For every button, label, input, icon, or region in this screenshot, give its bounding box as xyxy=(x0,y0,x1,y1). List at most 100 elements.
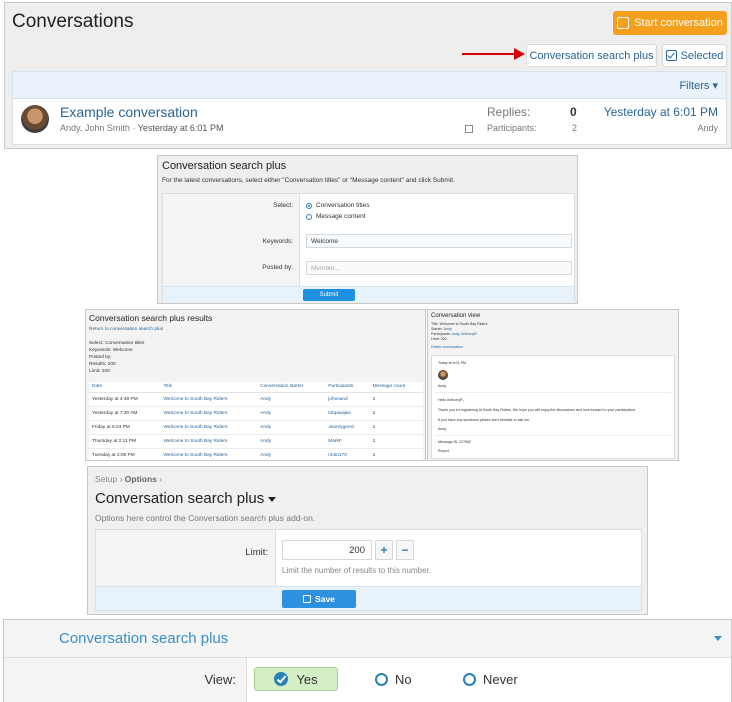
cell-starter-link[interactable]: Andy xyxy=(257,420,326,435)
cell-title-link[interactable]: Welcome to South Bay Riders xyxy=(160,420,258,435)
cell-participants-link[interactable]: moto170 xyxy=(325,448,370,460)
results-panel: Conversation search plus results Return … xyxy=(85,309,426,461)
cell-date: Yesterday at 4:48 PM xyxy=(89,392,161,407)
col-header[interactable]: Conversation starter xyxy=(257,382,326,393)
posted-by-input[interactable]: Member... xyxy=(306,261,572,275)
delete-conversation-link[interactable]: Delete conversation xyxy=(431,345,463,349)
cell-starter-link[interactable]: Andy xyxy=(257,448,326,460)
message-date: Today at 6:01 PM xyxy=(438,361,466,365)
conversation-meta: Andy, John Smith · Yesterday at 6:01 PM xyxy=(60,123,223,133)
cell-participants-link[interactable]: tobpawjaw xyxy=(325,406,370,421)
label-column xyxy=(96,530,276,586)
breadcrumb-options[interactable]: Options xyxy=(125,474,157,484)
radio-yes[interactable]: Yes xyxy=(254,667,338,691)
radio-message-content[interactable] xyxy=(306,214,312,220)
cell-title-link[interactable]: Welcome to South Bay Riders xyxy=(160,434,258,449)
divider xyxy=(435,435,671,436)
breadcrumb-setup[interactable]: Setup xyxy=(95,474,117,484)
table-row: Yesterday at 4:48 PM Welcome to South Ba… xyxy=(89,392,423,407)
table-row: Tuesday at 2:05 PM Welcome to South Bay … xyxy=(89,448,423,460)
options-title[interactable]: Conversation search plus xyxy=(95,490,277,507)
participants-count: 2 xyxy=(572,123,578,133)
collapse-triangle-icon[interactable] xyxy=(714,636,722,641)
breadcrumb-separator: › xyxy=(117,474,125,484)
cell-count: 1 xyxy=(369,420,423,435)
increment-button[interactable]: + xyxy=(375,540,393,560)
view-label: View: xyxy=(204,672,236,687)
replies-count: 0 xyxy=(570,105,577,119)
col-header[interactable]: Title xyxy=(160,382,258,393)
cell-title-link[interactable]: Welcome to South Bay Riders xyxy=(160,406,258,421)
checkbox-icon xyxy=(665,50,677,61)
radio-conversation-titles[interactable] xyxy=(306,203,312,209)
starter-label: Starter: xyxy=(431,327,444,331)
cell-title-link[interactable]: Welcome to South Bay Riders xyxy=(160,392,258,407)
floppy-disk-icon xyxy=(303,595,312,603)
cell-starter-link[interactable]: Andy xyxy=(257,434,326,449)
radio-message-content-label: Message content xyxy=(316,213,366,220)
col-header[interactable]: Date xyxy=(89,382,161,393)
avatar[interactable] xyxy=(438,370,448,380)
start-conversation-button[interactable]: Start conversation xyxy=(613,11,727,35)
selected-button[interactable]: Selected xyxy=(662,44,727,67)
save-button[interactable]: Save xyxy=(282,590,356,608)
conversation-title-link[interactable]: Example conversation xyxy=(60,104,198,120)
radio-never[interactable]: Never xyxy=(463,672,518,687)
keywords-input[interactable]: Welcome xyxy=(306,234,572,248)
conversation-view-panel: Conversation view Title: Welcome to Sout… xyxy=(427,309,679,461)
search-form-panel: Conversation search plus For the latest … xyxy=(157,155,578,304)
posted-by-label: Posted by: xyxy=(262,264,293,271)
breadcrumb-separator: › xyxy=(156,474,163,484)
participants-link[interactable]: andy, AnthonyR xyxy=(452,332,477,336)
cell-participants-link[interactable]: Jeanrygemz xyxy=(325,420,370,435)
cell-date: Thursday at 2:11 PM xyxy=(89,434,161,449)
submit-button[interactable]: Submit xyxy=(303,289,355,301)
limit-hint: Limit the number of results to this numb… xyxy=(282,566,431,575)
radio-yes-label: Yes xyxy=(296,671,318,687)
starter-link[interactable]: Andy xyxy=(444,327,452,331)
conversation-date: Yesterday at 6:01 PM xyxy=(137,123,224,133)
limit-input[interactable]: 200 xyxy=(282,540,372,560)
conversation-view-title: Conversation view xyxy=(431,313,481,319)
avatar[interactable] xyxy=(21,105,49,133)
participants-label: Participants: xyxy=(431,332,452,336)
conversation-row: Example conversation Andy, John Smith · … xyxy=(12,99,727,145)
col-header[interactable]: Participants xyxy=(325,382,370,393)
permission-header[interactable]: Conversation search plus xyxy=(4,620,731,658)
cell-participants-link[interactable]: MarkF xyxy=(325,434,370,449)
filter-bar: Filters ▾ xyxy=(12,71,727,99)
view-meta-starter: Starter: Andy xyxy=(431,327,452,331)
radio-conversation-titles-label: Conversation titles xyxy=(316,202,370,209)
message-signature: Andy xyxy=(438,427,447,431)
cell-count: 1 xyxy=(369,448,423,460)
cell-date: Tuesday at 2:05 PM xyxy=(89,448,161,460)
return-link[interactable]: Return to conversation search plus xyxy=(89,327,163,332)
table-header-row: Date Title Conversation starter Particip… xyxy=(89,382,423,393)
filters-menu[interactable]: Filters ▾ xyxy=(679,79,718,92)
selected-label: Selected xyxy=(680,49,724,62)
search-form: Select: Conversation titles Message cont… xyxy=(162,193,575,302)
decrement-button[interactable]: − xyxy=(396,540,414,560)
radio-no[interactable]: No xyxy=(375,672,412,687)
participants-label: Participants: xyxy=(487,123,537,133)
filters-label: Filters xyxy=(679,80,710,92)
cell-title-link[interactable]: Welcome to South Bay Riders xyxy=(160,448,258,460)
conversation-search-plus-button[interactable]: Conversation search plus xyxy=(526,44,657,67)
page-title: Conversations xyxy=(12,11,134,32)
meta-separator: · xyxy=(129,123,138,133)
check-circle-icon xyxy=(274,672,289,686)
cell-starter-link[interactable]: Andy xyxy=(257,406,326,421)
breadcrumb: Setup › Options › xyxy=(95,474,162,484)
cell-participants-link[interactable]: johnsand xyxy=(325,392,370,407)
last-message-date-link[interactable]: Yesterday at 6:01 PM xyxy=(604,105,718,119)
cell-starter-link[interactable]: Andy xyxy=(257,392,326,407)
last-message-user: Andy xyxy=(697,123,718,133)
row-select-checkbox[interactable] xyxy=(465,125,473,133)
col-header[interactable]: Message count xyxy=(369,382,423,393)
report-link[interactable]: Report xyxy=(438,449,449,453)
meta-keywords: Keywords: Welcome xyxy=(89,348,133,353)
table-row: Thursday at 2:11 PM Welcome to South Bay… xyxy=(89,434,423,449)
message-greeting: Hello AnthonyR, xyxy=(438,398,464,402)
message-question: If you have any questions please don't h… xyxy=(438,418,531,422)
message-card: Today at 6:01 PM Andy Hello AnthonyR, Th… xyxy=(431,355,675,459)
